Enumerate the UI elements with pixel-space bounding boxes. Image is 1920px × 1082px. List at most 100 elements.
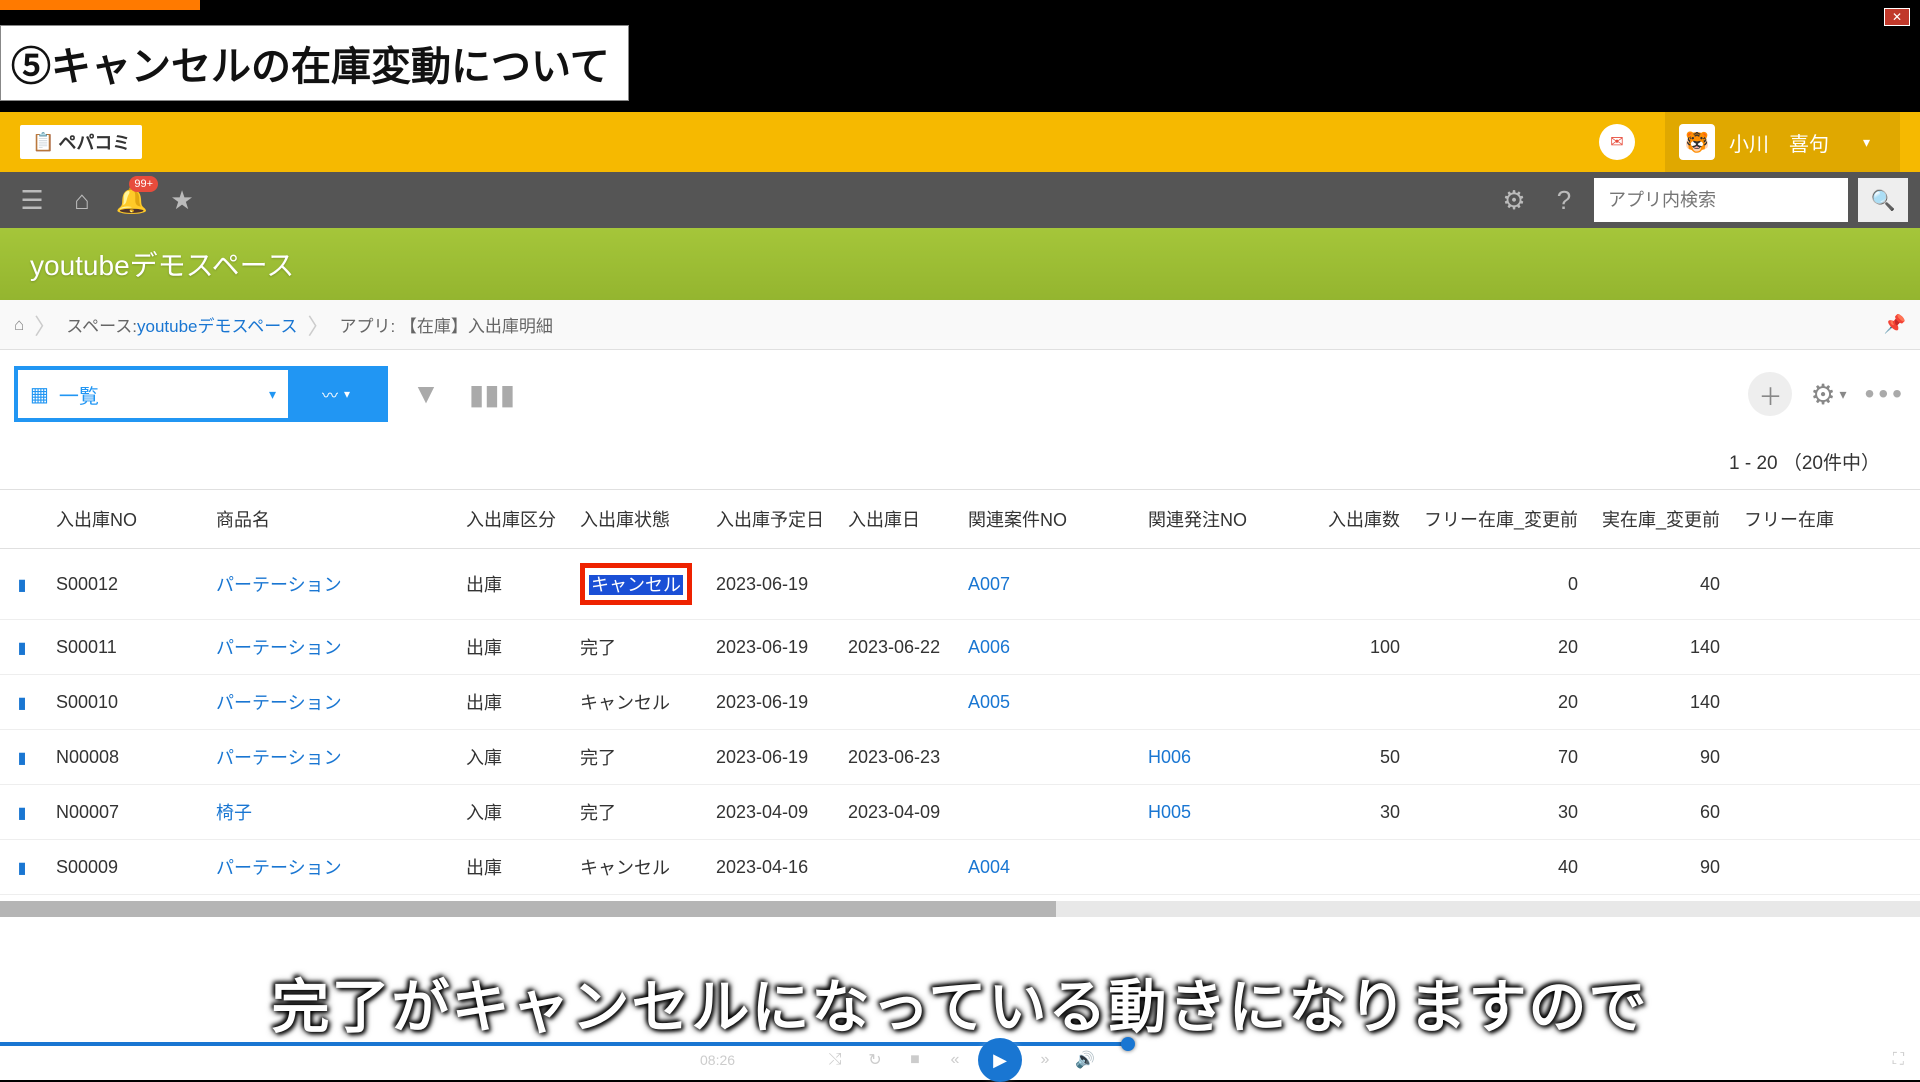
fullscreen-button[interactable]: ⛶ (1893, 1051, 1904, 1069)
filter-button[interactable]: ▼ (398, 366, 454, 422)
filter-icon: ▼ (412, 378, 440, 410)
table-cell: S00010 (44, 675, 204, 730)
table-cell[interactable]: 椅子 (204, 785, 454, 840)
table-cell: キャンセル (568, 549, 704, 620)
table-cell: キャンセル (568, 675, 704, 730)
table-cell[interactable]: A007 (956, 549, 1136, 620)
column-header[interactable]: 実在庫_変更前 (1590, 490, 1732, 549)
record-icon[interactable]: ▮ (18, 805, 27, 822)
column-header[interactable]: 入出庫予定日 (704, 490, 836, 549)
record-icon[interactable]: ▮ (18, 695, 27, 712)
shuffle-button[interactable]: ⤭ (818, 1043, 852, 1077)
record-icon[interactable]: ▮ (18, 640, 27, 657)
user-menu[interactable]: 🐯 小川 喜句 ▾ (1665, 112, 1900, 172)
play-button[interactable]: ▶ (978, 1038, 1022, 1082)
help-button[interactable]: ? (1544, 180, 1584, 220)
table-cell[interactable]: A004 (956, 840, 1136, 895)
presentation-title: ⑤キャンセルの在庫変動について (0, 25, 629, 101)
table-cell: 40 (1590, 549, 1732, 620)
table-cell: 0 (1412, 549, 1590, 620)
column-header[interactable]: 入出庫数 (1316, 490, 1412, 549)
table-cell[interactable]: A006 (956, 620, 1136, 675)
pin-button[interactable]: 📌 (1884, 314, 1906, 335)
records-table: 入出庫NO商品名入出庫区分入出庫状態入出庫予定日入出庫日関連案件NO関連発注NO… (0, 489, 1920, 895)
record-icon[interactable]: ▮ (18, 750, 27, 767)
table-cell: 140 (1590, 620, 1732, 675)
breadcrumb-space-link[interactable]: youtubeデモスペース (137, 312, 297, 337)
table-cell (836, 840, 956, 895)
column-header[interactable]: 入出庫日 (836, 490, 956, 549)
app-header: 📋 ペパコミ ✉ 🐯 小川 喜句 ▾ (0, 112, 1920, 172)
view-dropdown[interactable]: ▦ 一覧 ▾ (18, 370, 288, 418)
column-header[interactable]: 入出庫NO (44, 490, 204, 549)
table-cell[interactable]: パーテーション (204, 730, 454, 785)
video-time: 08:26 (700, 1052, 735, 1068)
table-cell (1136, 620, 1316, 675)
gear-icon: ⚙ (1810, 378, 1835, 411)
stop-button[interactable]: ■ (898, 1043, 932, 1077)
table-cell: 90 (1590, 840, 1732, 895)
home-button[interactable]: ⌂ (62, 180, 102, 220)
favorite-button[interactable]: ★ (162, 180, 202, 220)
table-cell: S00012 (44, 549, 204, 620)
more-options-button[interactable]: ••• (1865, 378, 1906, 410)
menu-button[interactable]: ☰ (12, 180, 52, 220)
table-cell: ▮ (0, 785, 44, 840)
table-cell[interactable]: パーテーション (204, 549, 454, 620)
table-cell (1732, 785, 1920, 840)
table-cell[interactable]: H006 (1136, 730, 1316, 785)
table-cell: N00008 (44, 730, 204, 785)
table-cell: 出庫 (454, 620, 568, 675)
table-cell (1732, 549, 1920, 620)
table-cell[interactable]: パーテーション (204, 675, 454, 730)
notifications-button[interactable]: 🔔99+ (112, 180, 152, 220)
table-cell: ▮ (0, 730, 44, 785)
record-icon[interactable]: ▮ (18, 860, 27, 877)
table-cell (956, 785, 1136, 840)
horizontal-scrollbar[interactable] (0, 901, 1920, 917)
table-cell: 90 (1590, 730, 1732, 785)
table-cell: 70 (1412, 730, 1590, 785)
table-cell: 40 (1412, 840, 1590, 895)
rewind-button[interactable]: « (938, 1043, 972, 1077)
column-header[interactable]: 関連案件NO (956, 490, 1136, 549)
bar-chart-icon: ▮▮▮ (469, 378, 515, 411)
forward-button[interactable]: » (1028, 1043, 1062, 1077)
table-row: ▮S00009パーテーション出庫キャンセル2023-04-16A0044090 (0, 840, 1920, 895)
breadcrumb-app-label: アプリ: 【在庫】入出庫明細 (339, 312, 552, 337)
table-cell[interactable]: パーテーション (204, 840, 454, 895)
table-cell: 2023-06-19 (704, 620, 836, 675)
column-header[interactable]: 入出庫状態 (568, 490, 704, 549)
video-controls: 08:26 ⤭ ↻ ■ « ▶ » 🔊 ⛶ (0, 1040, 1920, 1080)
table-cell: 2023-04-09 (836, 785, 956, 840)
column-header[interactable]: 関連発注NO (1136, 490, 1316, 549)
table-row: ▮S00012パーテーション出庫キャンセル2023-06-19A007040 (0, 549, 1920, 620)
repeat-button[interactable]: ↻ (858, 1043, 892, 1077)
graph-button[interactable]: ▮▮▮ (464, 366, 520, 422)
grid-icon: ▦ (30, 382, 49, 407)
notifications-mail-button[interactable]: ✉ (1599, 124, 1635, 160)
table-cell[interactable]: A005 (956, 675, 1136, 730)
settings-button[interactable]: ⚙ (1494, 180, 1534, 220)
column-header[interactable]: フリー在庫_変更前 (1412, 490, 1590, 549)
add-record-button[interactable]: ＋ (1748, 372, 1792, 416)
search-button[interactable]: 🔍 (1858, 178, 1908, 222)
plus-icon: ＋ (1758, 377, 1782, 412)
table-cell: 入庫 (454, 730, 568, 785)
search-input[interactable] (1608, 190, 1848, 211)
column-header[interactable]: 入出庫区分 (454, 490, 568, 549)
chart-toggle-button[interactable]: 〰 ▾ (288, 370, 384, 418)
table-cell[interactable]: H005 (1136, 785, 1316, 840)
brand-logo[interactable]: 📋 ペパコミ (20, 125, 142, 159)
logo-text: ペパコミ (58, 129, 130, 155)
table-cell (1136, 549, 1316, 620)
app-settings-button[interactable]: ⚙ ▾ (1810, 378, 1846, 411)
table-cell[interactable]: パーテーション (204, 620, 454, 675)
column-header[interactable]: フリー在庫 (1732, 490, 1920, 549)
table-cell (1732, 675, 1920, 730)
column-header[interactable]: 商品名 (204, 490, 454, 549)
record-icon[interactable]: ▮ (18, 577, 27, 594)
volume-button[interactable]: 🔊 (1068, 1043, 1102, 1077)
breadcrumb-home-icon[interactable]: ⌂ (14, 315, 24, 335)
window-close-button[interactable]: ✕ (1884, 8, 1910, 26)
